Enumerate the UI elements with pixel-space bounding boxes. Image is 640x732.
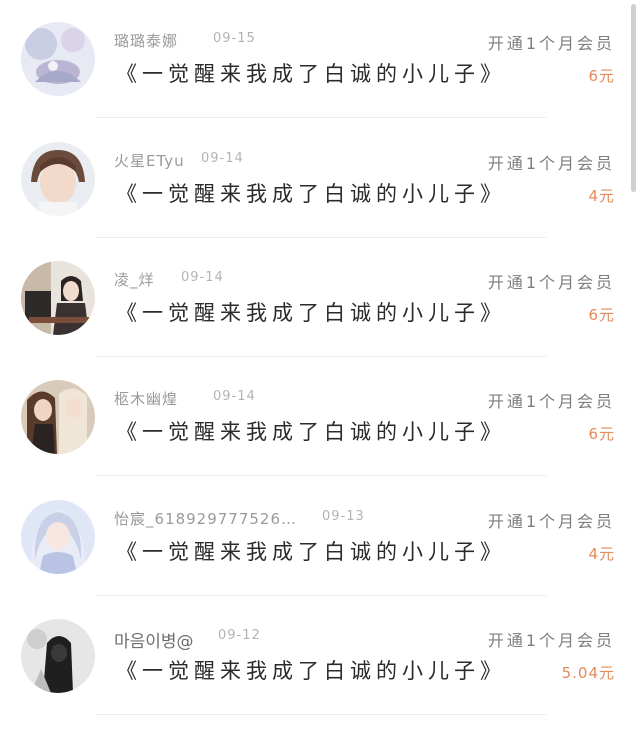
record-action: 开通1个月会员 bbox=[487, 392, 615, 411]
divider bbox=[96, 714, 546, 715]
record-date: 09-13 bbox=[322, 509, 365, 524]
avatar-image bbox=[21, 500, 95, 574]
scrollbar[interactable] bbox=[631, 4, 636, 192]
user-name[interactable]: 柩木幽煌 bbox=[114, 388, 178, 409]
user-name[interactable]: 怡宸_618929777526… bbox=[114, 508, 297, 529]
record-date: 09-15 bbox=[213, 31, 256, 46]
divider bbox=[96, 595, 546, 596]
divider bbox=[96, 117, 546, 118]
price: 4元 bbox=[588, 187, 615, 205]
avatar[interactable] bbox=[21, 22, 95, 96]
avatar[interactable] bbox=[21, 380, 95, 454]
record-date: 09-14 bbox=[213, 389, 256, 404]
record-date: 09-14 bbox=[181, 270, 224, 285]
record-action: 开通1个月会员 bbox=[487, 154, 615, 173]
user-name[interactable]: 火星ETyu bbox=[114, 150, 185, 171]
record-action: 开通1个月会员 bbox=[487, 34, 615, 53]
list-item[interactable]: 柩木幽煌 09-14 《一觉醒来我成了白诚的小儿子》 开通1个月会员 6元 bbox=[0, 358, 640, 476]
avatar-image bbox=[21, 261, 95, 335]
list-item[interactable]: 怡宸_618929777526… 09-13 《一觉醒来我成了白诚的小儿子》 开… bbox=[0, 478, 640, 596]
record-action: 开通1个月会员 bbox=[487, 631, 615, 650]
list-item[interactable]: 火星ETyu 09-14 《一觉醒来我成了白诚的小儿子》 开通1个月会员 4元 bbox=[0, 120, 640, 238]
avatar[interactable] bbox=[21, 619, 95, 693]
avatar[interactable] bbox=[21, 261, 95, 335]
divider bbox=[96, 237, 546, 238]
user-name[interactable]: 璐璐泰娜 bbox=[114, 30, 178, 51]
list-item[interactable]: 凌_烊 09-14 《一觉醒来我成了白诚的小儿子》 开通1个月会员 6元 bbox=[0, 239, 640, 357]
novel-title[interactable]: 《一觉醒来我成了白诚的小儿子》 bbox=[116, 58, 506, 88]
novel-title[interactable]: 《一觉醒来我成了白诚的小儿子》 bbox=[116, 297, 506, 327]
novel-title[interactable]: 《一觉醒来我成了白诚的小儿子》 bbox=[116, 536, 506, 566]
avatar[interactable] bbox=[21, 142, 95, 216]
record-action: 开通1个月会员 bbox=[487, 512, 615, 531]
record-date: 09-12 bbox=[218, 628, 261, 643]
avatar-image bbox=[21, 619, 95, 693]
price: 6元 bbox=[588, 425, 615, 443]
novel-title[interactable]: 《一觉醒来我成了白诚的小儿子》 bbox=[116, 416, 506, 446]
price: 5.04元 bbox=[561, 664, 615, 682]
divider bbox=[96, 356, 546, 357]
avatar[interactable] bbox=[21, 500, 95, 574]
novel-title[interactable]: 《一觉醒来我成了白诚的小儿子》 bbox=[116, 178, 506, 208]
avatar-image bbox=[21, 142, 95, 216]
price: 6元 bbox=[588, 67, 615, 85]
list-item[interactable]: 璐璐泰娜 09-15 《一觉醒来我成了白诚的小儿子》 开通1个月会员 6元 bbox=[0, 0, 640, 118]
record-action: 开通1个月会员 bbox=[487, 273, 615, 292]
price: 6元 bbox=[588, 306, 615, 324]
list-item[interactable]: 마음이병@ 09-12 《一觉醒来我成了白诚的小儿子》 开通1个月会员 5.04… bbox=[0, 597, 640, 715]
record-date: 09-14 bbox=[201, 151, 244, 166]
avatar-image bbox=[21, 22, 95, 96]
user-name[interactable]: 마음이병@ bbox=[114, 627, 194, 652]
divider bbox=[96, 475, 546, 476]
price: 4元 bbox=[588, 545, 615, 563]
avatar-image bbox=[21, 380, 95, 454]
novel-title[interactable]: 《一觉醒来我成了白诚的小儿子》 bbox=[116, 655, 506, 685]
user-name[interactable]: 凌_烊 bbox=[114, 269, 155, 290]
